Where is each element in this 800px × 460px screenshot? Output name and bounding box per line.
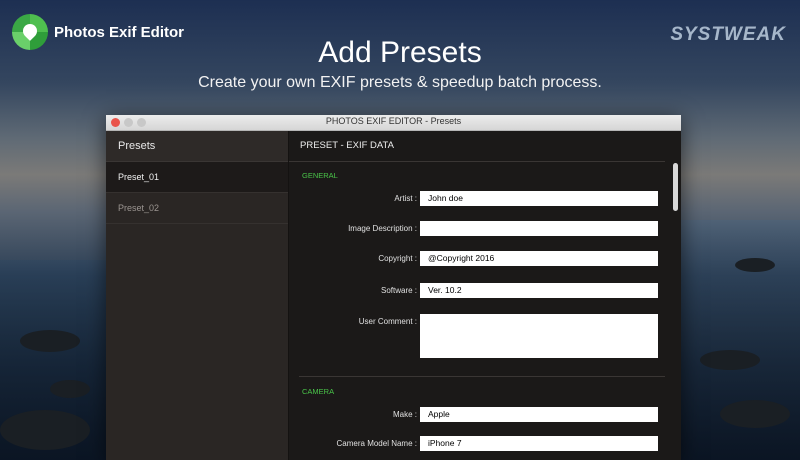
background-rock (735, 258, 775, 272)
copyright-field[interactable]: @Copyright 2016 (420, 251, 658, 266)
image-description-field[interactable] (420, 221, 658, 236)
background-rock (50, 380, 90, 398)
camera-model-field[interactable]: iPhone 7 (420, 436, 658, 451)
background-rock (720, 400, 790, 428)
preset-detail-panel: PRESET - EXIF DATA GENERAL Artist : John… (289, 131, 681, 460)
section-divider (299, 376, 665, 377)
background-rock (0, 410, 90, 450)
artist-label: Artist : (394, 194, 417, 203)
hero-title: Add Presets (318, 36, 482, 69)
artist-field[interactable]: John doe (420, 191, 658, 206)
copyright-label: Copyright : (378, 254, 417, 263)
preset-item-01[interactable]: Preset_01 (106, 162, 288, 193)
window-title: PHOTOS EXIF EDITOR - Presets (325, 116, 462, 126)
make-field[interactable]: Apple (420, 407, 658, 422)
section-general-title: GENERAL (302, 171, 338, 180)
user-comment-label: User Comment : (358, 317, 417, 326)
software-label: Software : (380, 286, 417, 295)
scrollbar-thumb[interactable] (673, 163, 678, 211)
section-camera-title: CAMERA (302, 387, 335, 396)
background-rock (700, 350, 760, 370)
image-description-label: Image Description : (348, 224, 417, 233)
preset-item-02[interactable]: Preset_02 (106, 193, 288, 224)
presets-sidebar: Presets Preset_01 Preset_02 (106, 131, 289, 460)
sidebar-header: Presets (106, 131, 288, 162)
software-field[interactable]: Ver. 10.2 (420, 283, 658, 298)
hero-subtitle: Create your own EXIF presets & speedup b… (198, 74, 602, 91)
window-titlebar[interactable]: PHOTOS EXIF EDITOR - Presets (106, 115, 681, 131)
panel-scrollbar[interactable] (671, 131, 681, 460)
make-label: Make : (392, 410, 417, 419)
background-rock (20, 330, 80, 352)
camera-model-label: Camera Model Name : (336, 439, 417, 448)
user-comment-field[interactable] (420, 314, 658, 358)
panel-header: PRESET - EXIF DATA (289, 131, 665, 162)
app-window: PHOTOS EXIF EDITOR - Presets Presets Pre… (106, 115, 681, 460)
